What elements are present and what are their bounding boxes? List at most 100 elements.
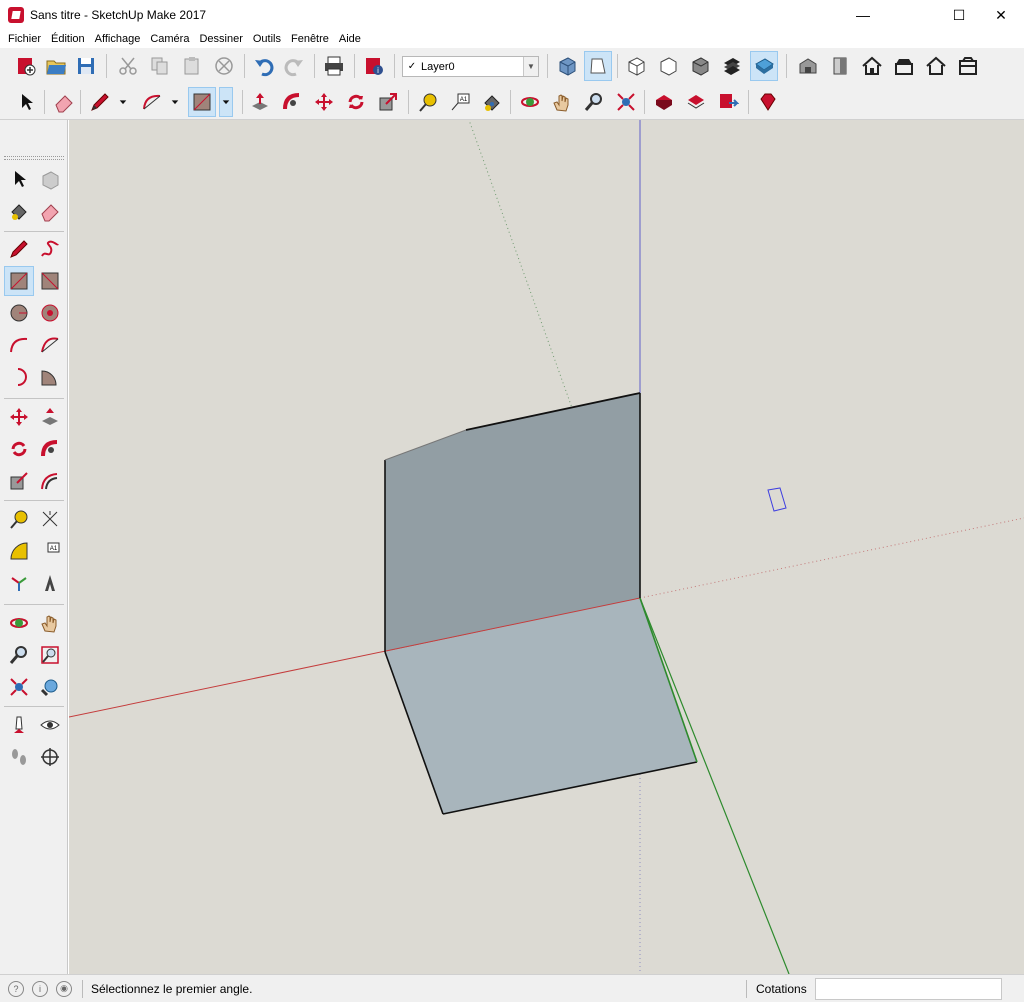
warehouse-button[interactable] (794, 51, 822, 81)
lt-orbit-button[interactable] (4, 608, 34, 638)
credits-icon[interactable]: i (32, 980, 48, 997)
menu-fichier[interactable]: Fichier (4, 33, 47, 45)
follow-me-tool-button[interactable] (278, 87, 306, 117)
new-file-button[interactable] (12, 51, 40, 81)
lt-text-button[interactable]: A1 (35, 536, 65, 566)
zoom-tool-button[interactable] (580, 87, 608, 117)
tape-measure-tool-button[interactable] (414, 87, 442, 117)
lt-make-component-button[interactable] (35, 164, 65, 194)
copy-button[interactable] (146, 51, 174, 81)
ruby-console-button[interactable] (754, 87, 782, 117)
print-button[interactable] (320, 51, 348, 81)
lt-line-button[interactable] (4, 234, 34, 264)
pencil-tool-button[interactable] (86, 87, 114, 117)
menu-dessiner[interactable]: Dessiner (195, 33, 248, 45)
lt-axes-button[interactable] (4, 568, 34, 598)
lt-eraser-button[interactable] (35, 196, 65, 226)
lt-paint-bucket-button[interactable] (4, 196, 34, 226)
menu-affichage[interactable]: Affichage (91, 33, 147, 45)
menu-fenetre[interactable]: Fenêtre (287, 33, 335, 45)
lt-offset-button[interactable] (35, 466, 65, 496)
lt-3pt-arc-button[interactable] (4, 362, 34, 392)
lt-2pt-arc-button[interactable] (35, 330, 65, 360)
menu-edition[interactable]: Édition (47, 33, 91, 45)
maximize-button[interactable]: ☐ (936, 0, 982, 30)
menu-camera[interactable]: Caméra (146, 33, 195, 45)
lt-select-button[interactable] (4, 164, 34, 194)
arc-tool-dropdown[interactable] (168, 87, 182, 117)
house-top-button[interactable] (890, 51, 918, 81)
save-button[interactable] (72, 51, 100, 81)
lt-freehand-button[interactable] (35, 234, 65, 264)
lt-rectangle-button[interactable] (4, 266, 34, 296)
rectangle-tool-dropdown[interactable] (219, 87, 233, 117)
lt-arc-button[interactable] (4, 330, 34, 360)
extension-warehouse-button[interactable] (714, 87, 742, 117)
lt-polygon-button[interactable] (35, 298, 65, 328)
lt-3d-text-button[interactable] (35, 568, 65, 598)
rectangle-tool-button[interactable] (188, 87, 216, 117)
component-button[interactable] (826, 51, 854, 81)
lt-circle-button[interactable] (4, 298, 34, 328)
lt-scale-button[interactable] (4, 466, 34, 496)
eraser-tool-button[interactable] (50, 87, 78, 117)
erase-delete-button[interactable] (210, 51, 238, 81)
orbit-tool-button[interactable] (516, 87, 544, 117)
lt-zoom-button[interactable] (4, 640, 34, 670)
house-open-button[interactable] (954, 51, 982, 81)
pan-tool-button[interactable] (548, 87, 576, 117)
menu-outils[interactable]: Outils (249, 33, 287, 45)
lt-pan-button[interactable] (35, 608, 65, 638)
redo-button[interactable] (280, 51, 308, 81)
geo-location-icon[interactable]: ? (8, 980, 24, 997)
move-tool-button[interactable] (310, 87, 338, 117)
front-view-button[interactable] (622, 51, 650, 81)
lt-push-pull-button[interactable] (35, 402, 65, 432)
lt-walk-button[interactable] (4, 742, 34, 772)
paint-bucket-tool-button[interactable] (478, 87, 506, 117)
lt-zoom-window-button[interactable] (35, 640, 65, 670)
rotate-tool-button[interactable] (342, 87, 370, 117)
lt-tape-measure-button[interactable] (4, 504, 34, 534)
minimize-button[interactable]: — (840, 0, 886, 30)
lt-position-camera-button[interactable] (4, 710, 34, 740)
iso-view-button[interactable] (553, 51, 581, 81)
scale-tool-button[interactable] (374, 87, 402, 117)
lt-zoom-extents-button[interactable] (4, 672, 34, 702)
modeling-viewport[interactable] (69, 120, 1024, 974)
push-pull-tool-button[interactable] (246, 87, 274, 117)
arc-tool-button[interactable] (138, 87, 166, 117)
undo-button[interactable] (250, 51, 278, 81)
open-file-button[interactable] (42, 51, 70, 81)
cut-button[interactable] (114, 51, 142, 81)
warehouse-get-button[interactable] (650, 87, 678, 117)
user-account-icon[interactable]: ◉ (56, 980, 72, 997)
select-tool-button[interactable] (12, 87, 40, 117)
pencil-tool-dropdown[interactable] (116, 87, 130, 117)
lt-previous-view-button[interactable] (35, 672, 65, 702)
menu-aide[interactable]: Aide (335, 33, 367, 45)
lt-rotate-button[interactable] (4, 434, 34, 464)
house-outline-button[interactable] (922, 51, 950, 81)
top-view-button[interactable] (584, 51, 612, 81)
lt-look-around-button[interactable] (35, 710, 65, 740)
lt-rotated-rectangle-button[interactable] (35, 266, 65, 296)
shaded-textures-button[interactable] (750, 51, 778, 81)
layer-dropdown-arrow[interactable]: ▼ (523, 57, 538, 76)
paste-button[interactable] (178, 51, 206, 81)
lt-follow-me-button[interactable] (35, 434, 65, 464)
lt-protractor-button[interactable] (4, 536, 34, 566)
right-view-button[interactable] (654, 51, 682, 81)
lt-move-button[interactable] (4, 402, 34, 432)
back-view-button[interactable] (686, 51, 714, 81)
close-button[interactable]: ✕ (978, 0, 1024, 30)
zoom-extents-tool-button[interactable] (612, 87, 640, 117)
measurements-input[interactable] (815, 978, 1002, 1000)
lt-pie-button[interactable] (35, 362, 65, 392)
layer-dropdown[interactable]: ✓ Layer0 ▼ (402, 56, 539, 77)
text-tool-button[interactable]: A1 (446, 87, 474, 117)
share-model-button[interactable] (682, 87, 710, 117)
scene-canvas[interactable] (69, 120, 1024, 974)
house-button[interactable] (858, 51, 886, 81)
lt-section-plane-button[interactable] (35, 742, 65, 772)
